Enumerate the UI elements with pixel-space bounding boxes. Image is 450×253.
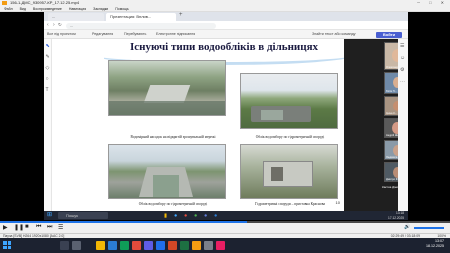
start-icon[interactable] bbox=[3, 241, 11, 249]
photo-water-outlet bbox=[108, 60, 226, 116]
volume-slider[interactable] bbox=[414, 227, 444, 229]
app-icon[interactable]: ● bbox=[194, 212, 197, 220]
app-icon[interactable]: ● bbox=[204, 212, 207, 220]
browser-tab-active[interactable]: Презентация: Вплив... bbox=[106, 13, 176, 21]
people-icon[interactable]: ☺ bbox=[400, 55, 405, 61]
right-toolbar: ☰ ☺ ⚙ ⋯ bbox=[398, 39, 408, 211]
caption-4: Гідрометричні споруди – приставка Красно… bbox=[255, 202, 325, 206]
chrome-icon[interactable] bbox=[120, 241, 129, 250]
edge-icon[interactable]: ● bbox=[174, 212, 177, 220]
app-icon[interactable] bbox=[204, 241, 213, 250]
menu-bookmarks[interactable]: Закладки bbox=[93, 7, 108, 11]
find-field[interactable]: Знайти текст або команду bbox=[312, 30, 356, 39]
settings-icon[interactable]: ⚙ bbox=[400, 67, 404, 73]
app-icon[interactable] bbox=[132, 241, 141, 250]
play-icon[interactable]: ▶ bbox=[3, 224, 8, 231]
slide-title: Існуючі типи водообліків в дільницях bbox=[129, 41, 319, 53]
participant-name: Ірина К... bbox=[386, 111, 397, 115]
folder-icon[interactable]: ▮ bbox=[164, 212, 167, 220]
more-icon[interactable]: ⋯ bbox=[400, 79, 405, 85]
toolbar-item[interactable]: Електронне підписання bbox=[156, 30, 195, 39]
browser-tabstrip: ... Презентация: Вплив... + bbox=[44, 12, 408, 21]
new-tab-icon[interactable]: + bbox=[179, 12, 183, 18]
toolbar-item[interactable]: Перебувають bbox=[124, 30, 146, 39]
inner-taskbar: ⊞ Пошук ▮ ● ● ● ● ● 13:18 17.12.2025 bbox=[44, 211, 408, 220]
menu-file[interactable]: Файл bbox=[4, 7, 13, 11]
explorer-icon[interactable] bbox=[96, 241, 105, 250]
video-player-window: 156-1-ДМС_930957-КР_17.12.25.mp4 ─ □ ✕ Ф… bbox=[0, 0, 450, 253]
window-title: 156-1-ДМС_930957-КР_17.12.25.mp4 bbox=[10, 0, 80, 5]
player-logo-icon bbox=[2, 1, 7, 5]
system-clock[interactable]: 13:07 18.12.2025 bbox=[426, 239, 444, 249]
menu-view[interactable]: Вид bbox=[20, 7, 26, 11]
highlighter-icon[interactable]: ◇ bbox=[46, 65, 50, 71]
search-icon[interactable] bbox=[60, 241, 69, 250]
pen-icon[interactable]: ✎ bbox=[46, 54, 50, 60]
taskview-icon[interactable] bbox=[72, 241, 81, 250]
video-frame[interactable]: ... Презентация: Вплив... + ‹ › ↻ ... Вс… bbox=[44, 12, 408, 220]
previous-icon[interactable]: ⏮ bbox=[36, 224, 41, 231]
forward-icon[interactable]: › bbox=[53, 22, 55, 28]
reload-icon[interactable]: ↻ bbox=[58, 22, 62, 28]
toolbar-item[interactable]: Все під проектом bbox=[47, 30, 76, 39]
player-controls: ▶ ❚❚ ■ ⏮ ⏭ ☰ 🔊 bbox=[0, 223, 450, 233]
clock-date: 18.12.2025 bbox=[426, 244, 444, 248]
inner-start-icon[interactable]: ⊞ bbox=[47, 211, 52, 220]
menu-help[interactable]: Помощь bbox=[115, 7, 129, 11]
word-icon[interactable] bbox=[156, 241, 165, 250]
browser-tab[interactable]: ... bbox=[48, 13, 104, 21]
back-icon[interactable]: ‹ bbox=[47, 22, 49, 28]
menu-navigation[interactable]: Навигация bbox=[69, 7, 86, 11]
excel-icon[interactable] bbox=[180, 241, 189, 250]
annotation-toolbar: ⬉ ✎ ◇ ○ T bbox=[44, 39, 52, 211]
playlist-icon[interactable]: ☰ bbox=[58, 224, 63, 231]
pause-icon[interactable]: ❚❚ bbox=[14, 224, 24, 231]
teams-icon[interactable] bbox=[144, 241, 153, 250]
photo-krasnov-device bbox=[240, 144, 338, 199]
address-bar-row: ‹ › ↻ ... bbox=[44, 21, 408, 30]
inner-search-box[interactable]: Пошук bbox=[58, 212, 108, 219]
app-icon[interactable]: ● bbox=[214, 212, 217, 220]
app-icon[interactable] bbox=[216, 241, 225, 250]
caption-2: Облік водозабору по гідрометричній спору… bbox=[255, 135, 325, 139]
edge-icon[interactable] bbox=[108, 241, 117, 250]
join-button[interactable]: Войти bbox=[376, 31, 402, 38]
document-toolbar: Все під проектом Редагування Перебувають… bbox=[44, 30, 408, 39]
photo-hydrometric-2 bbox=[108, 144, 226, 199]
player-icon[interactable] bbox=[192, 241, 201, 250]
address-input[interactable]: ... bbox=[66, 22, 216, 29]
photo-hydrometric-1 bbox=[240, 73, 338, 129]
windows-taskbar: 13:07 18.12.2025 bbox=[0, 238, 450, 253]
caption-3: Облік водозабору по гідрометричній спору… bbox=[138, 202, 208, 206]
text-icon[interactable]: T bbox=[46, 87, 49, 93]
slide-page-number: 10 bbox=[335, 200, 340, 205]
powerpoint-icon[interactable] bbox=[168, 241, 177, 250]
caption-1: Водомірний насадок на відкритій зрошувал… bbox=[130, 135, 216, 139]
eraser-icon[interactable]: ○ bbox=[46, 76, 49, 82]
pointer-icon[interactable]: ⬉ bbox=[46, 43, 50, 49]
app-icon[interactable]: ● bbox=[184, 212, 187, 220]
inner-date: 17.12.2025 bbox=[388, 215, 404, 220]
toolbar-item[interactable]: Редагування bbox=[92, 30, 113, 39]
chat-icon[interactable]: ☰ bbox=[400, 43, 404, 49]
presentation-slide: Існуючі типи водообліків в дільницях Вод… bbox=[104, 39, 344, 211]
next-icon[interactable]: ⏭ bbox=[47, 224, 52, 231]
menu-playback[interactable]: Воспроизведение bbox=[33, 7, 62, 11]
participant-name: Юлія П... bbox=[386, 89, 397, 93]
stop-icon[interactable]: ■ bbox=[25, 224, 29, 230]
volume-icon[interactable]: 🔊 bbox=[404, 224, 410, 230]
inner-clock: 13:18 17.12.2025 bbox=[388, 211, 404, 220]
